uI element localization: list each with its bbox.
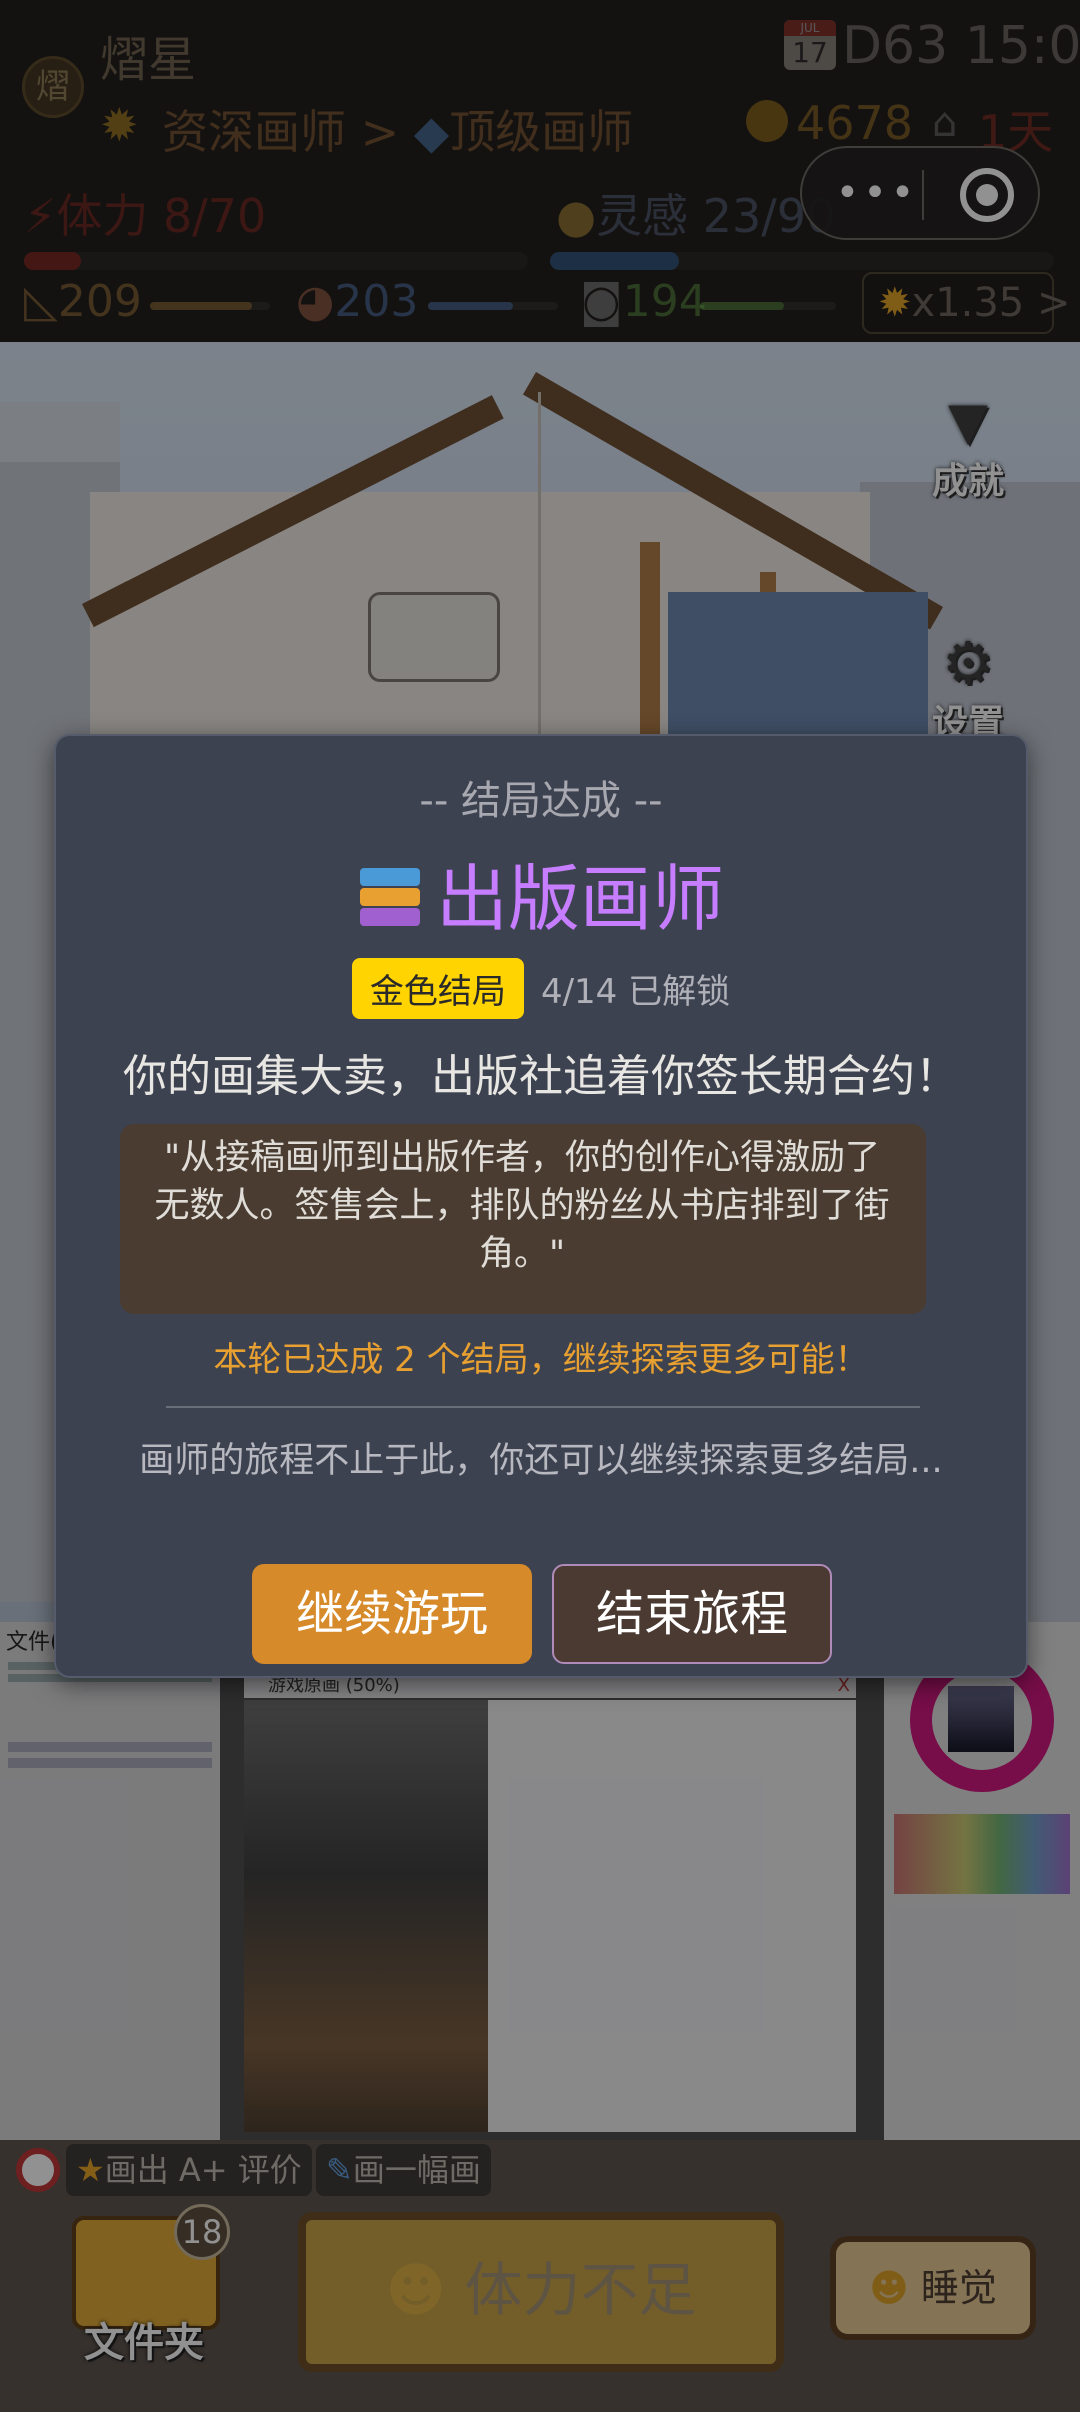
more-endings-text: 画师的旅程不止于此，你还可以继续探索更多结局... [139,1441,943,1481]
badge-row: 金色结局 4/14 已解锁 [56,958,1026,1019]
end-journey-button[interactable]: 结束旅程 [552,1564,832,1664]
endings-count: 本轮已达成 2 个结局，继续探索更多可能！ [213,1340,869,1380]
dialog-header: -- 结局达成 -- [419,778,663,824]
unlock-progress: 4/14 已解锁 [540,972,731,1012]
gold-ending-badge: 金色结局 [351,958,524,1019]
ending-quote: "从接稿画师到出版作者，你的创作心得激励了无数人。签售会上，排队的粉丝从书店排到… [154,1138,890,1274]
ending-dialog: -- 结局达成 -- 出版画师 金色结局 4/14 已解锁 你的画集大卖，出版社… [54,734,1028,1678]
ending-title: 出版画师 [56,840,1026,945]
ending-description: 你的画集大卖，出版社追着你签长期合约！ [123,1051,959,1102]
divider [166,1406,920,1408]
books-icon [358,866,422,930]
continue-button[interactable]: 继续游玩 [252,1564,532,1664]
